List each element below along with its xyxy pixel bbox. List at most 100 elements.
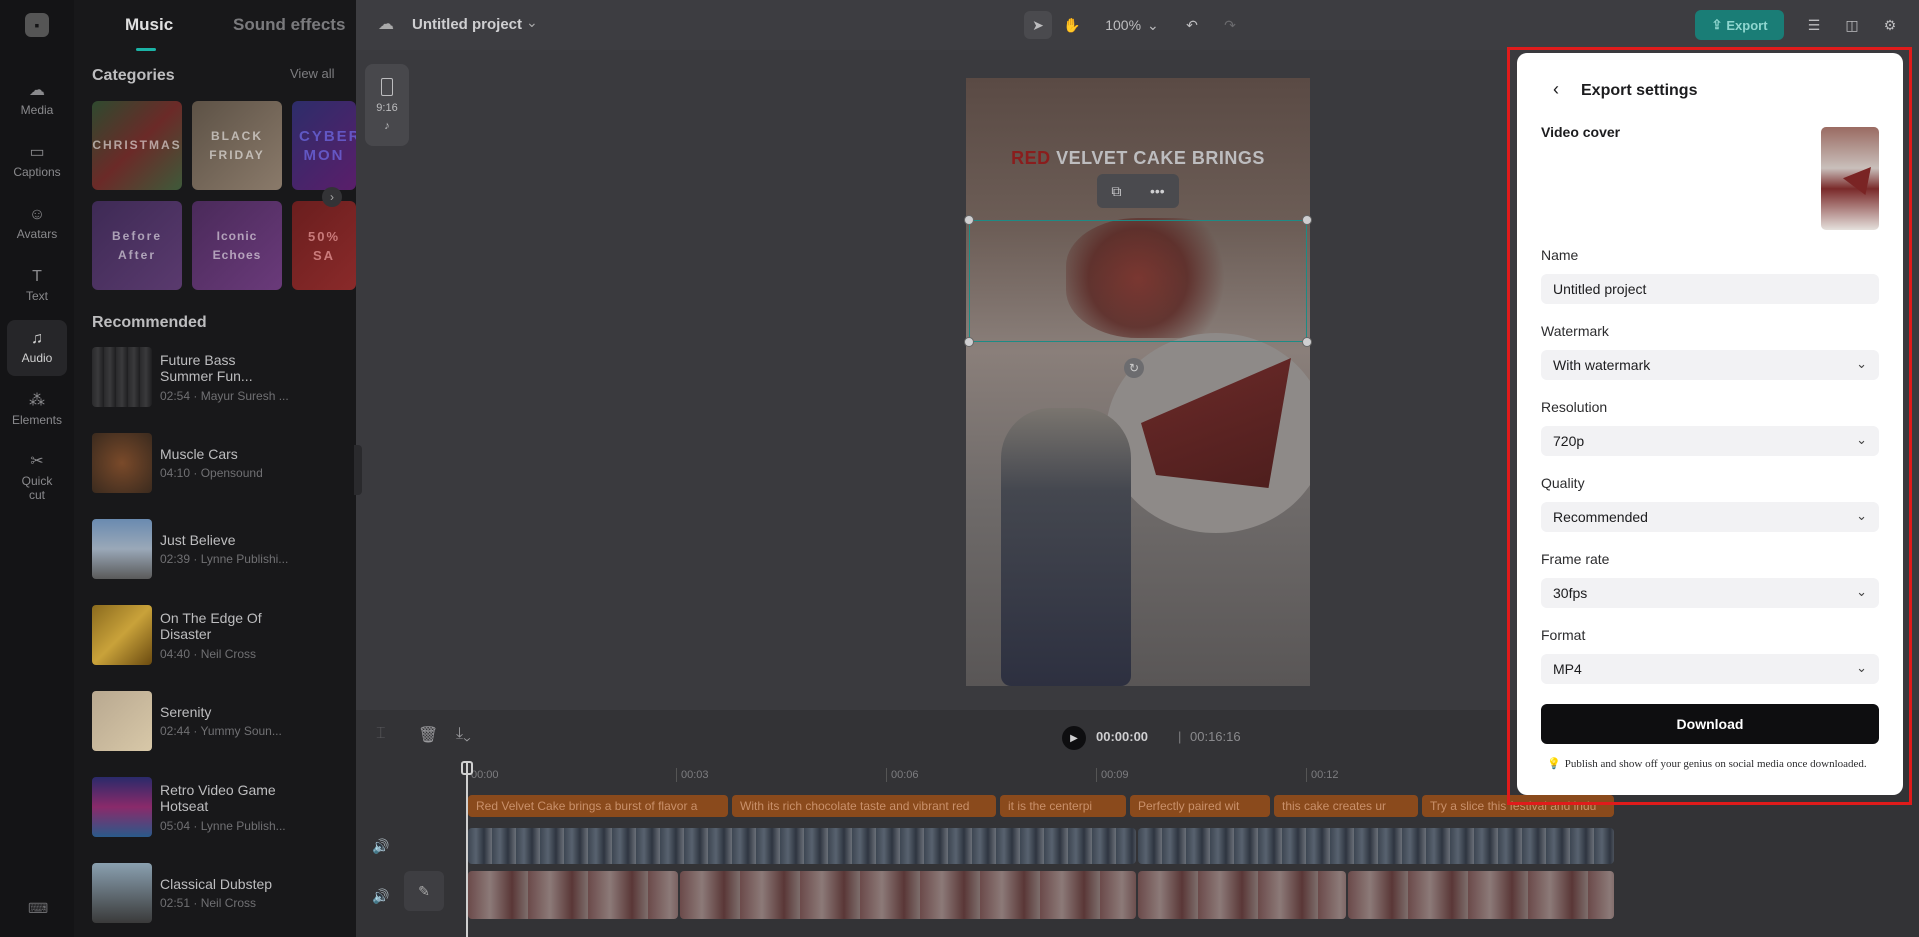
caption-clip[interactable]: With its rich chocolate taste and vibran… — [732, 795, 996, 817]
name-input[interactable]: Untitled project — [1541, 274, 1879, 304]
more-options-icon[interactable]: ••• — [1150, 183, 1165, 199]
track-item[interactable]: On The Edge Of Disaster 04:40 · Neil Cro… — [92, 605, 354, 667]
video-canvas[interactable]: RED VELVET CAKE BRINGS — [966, 78, 1310, 686]
speaker-icon[interactable]: 🔊 — [372, 838, 389, 855]
panel-collapse-handle[interactable] — [354, 445, 362, 495]
tab-sound-effects[interactable]: Sound effects — [233, 15, 345, 35]
avatar-video-clip[interactable] — [1138, 828, 1614, 864]
track-item[interactable]: Just Believe 02:39 · Lynne Publishi... — [92, 519, 354, 581]
cloud-sync-icon[interactable]: ☁ — [378, 14, 394, 34]
watermark-select[interactable]: With watermark ⌄ — [1541, 350, 1879, 380]
download-dropdown-icon[interactable]: ⤓⌄ — [456, 725, 471, 743]
broll-video-clip[interactable] — [1138, 871, 1346, 919]
redo-icon[interactable]: ↷ — [1216, 11, 1244, 39]
category-christmas[interactable]: CHRISTMAS — [92, 101, 182, 190]
app-logo-icon[interactable]: ▪ — [25, 13, 49, 37]
ruler-tick: 00:09 — [1101, 769, 1129, 781]
keyboard-shortcuts-icon[interactable]: ⌨ — [28, 900, 48, 917]
category-black-friday[interactable]: BLACK FRIDAY — [192, 101, 282, 190]
presenter-image — [1001, 408, 1131, 686]
rail-item-audio[interactable]: ♫ Audio — [7, 320, 67, 376]
caption-clip[interactable]: Perfectly paired wit — [1130, 795, 1270, 817]
track-item[interactable]: Future Bass Summer Fun... 02:54 · Mayur … — [92, 347, 354, 409]
ruler-tick: 00:03 — [681, 769, 709, 781]
category-label: CYBER MON — [299, 127, 356, 164]
undo-icon[interactable]: ↶ — [1178, 11, 1206, 39]
caption-clip[interactable]: this cake creates ur — [1274, 795, 1418, 817]
track-thumbnail — [92, 777, 152, 837]
track-meta: 05:04 · Lynne Publish... — [160, 819, 286, 833]
project-title[interactable]: Untitled project — [412, 16, 522, 33]
split-icon[interactable]: ⌶ — [376, 725, 386, 743]
resolution-select[interactable]: 720p ⌄ — [1541, 426, 1879, 456]
delete-icon[interactable]: 🗑 — [418, 725, 438, 745]
hand-tool-icon[interactable]: ✋ — [1058, 11, 1086, 39]
category-sale[interactable]: 50% SA — [292, 201, 356, 290]
chevron-down-icon: ⌄ — [1856, 508, 1867, 523]
rotate-icon[interactable]: ↻ — [1124, 358, 1144, 378]
category-before-after[interactable]: Before After — [92, 201, 182, 290]
play-button[interactable]: ▶ — [1062, 726, 1086, 750]
avatar-icon: ☺ — [28, 206, 46, 223]
broll-video-clip[interactable] — [468, 871, 678, 919]
edit-pencil-icon[interactable]: ✎ — [404, 871, 444, 911]
format-select[interactable]: MP4 ⌄ — [1541, 654, 1879, 684]
rail-item-media[interactable]: ☁ Media — [7, 72, 67, 128]
export-button[interactable]: ⇪ Export — [1695, 10, 1784, 40]
cover-cake-image — [1843, 167, 1871, 195]
zoom-dropdown[interactable]: 100% ⌄ — [1102, 11, 1162, 39]
selection-box[interactable] — [969, 220, 1307, 342]
broll-video-clip[interactable] — [1348, 871, 1614, 919]
tab-music[interactable]: Music — [125, 15, 173, 35]
track-meta: 04:40 · Neil Cross — [160, 647, 257, 661]
resize-handle[interactable] — [964, 215, 974, 225]
quality-select[interactable]: Recommended ⌄ — [1541, 502, 1879, 532]
avatar-video-clip[interactable] — [468, 828, 1136, 864]
track-item[interactable]: Retro Video Game Hotseat 05:04 · Lynne P… — [92, 777, 354, 839]
track-item[interactable]: Serenity 02:44 · Yummy Soun... — [92, 691, 354, 753]
track-name: Serenity — [160, 704, 212, 720]
category-iconic-echoes[interactable]: Iconic Echoes — [192, 201, 282, 290]
resize-handle[interactable] — [1302, 337, 1312, 347]
rail-item-quick-cut[interactable]: ✂ Quick cut — [7, 446, 67, 510]
speaker-icon[interactable]: 🔊 — [372, 888, 389, 905]
track-thumbnail — [92, 347, 152, 407]
track-item[interactable]: Classical Dubstep 02:51 · Neil Cross — [92, 863, 354, 925]
rail-label-text: Text — [25, 289, 48, 303]
chevron-right-icon[interactable]: › — [322, 187, 342, 207]
track-item[interactable]: Muscle Cars 04:10 · Opensound — [92, 433, 354, 495]
duplicate-icon[interactable]: ⧉ — [1111, 183, 1121, 200]
caption-clip[interactable]: Red Velvet Cake brings a burst of flavor… — [468, 795, 728, 817]
view-all-link[interactable]: View all — [290, 66, 335, 81]
resize-handle[interactable] — [1302, 215, 1312, 225]
rail-item-avatars[interactable]: ☺ Avatars — [7, 196, 67, 252]
back-arrow-icon[interactable]: ‹ — [1553, 79, 1559, 100]
rail-item-captions[interactable]: ▭ Captions — [7, 134, 67, 190]
layout-icon[interactable]: ☰ — [1800, 11, 1828, 39]
chevron-down-icon[interactable]: ⌄ — [526, 14, 538, 31]
app-root: ▪ ☁ Media ▭ Captions ☺ Avatars T Text ♫ … — [0, 0, 1919, 937]
split-view-icon[interactable]: ◫ — [1838, 11, 1866, 39]
track-name: Future Bass Summer Fun... — [160, 352, 253, 384]
download-button[interactable]: Download — [1541, 704, 1879, 744]
rail-item-text[interactable]: T Text — [7, 258, 67, 314]
track-meta: 02:39 · Lynne Publishi... — [160, 552, 289, 566]
audio-panel: Music Sound effects Categories View all … — [74, 0, 356, 937]
aspect-ratio-card[interactable]: 9:16 ♪ — [365, 64, 409, 146]
rail-item-elements[interactable]: ⁂ Elements — [7, 382, 67, 438]
category-cyber-monday[interactable]: CYBER MON — [292, 101, 356, 190]
settings-gear-icon[interactable]: ⚙ — [1876, 11, 1904, 39]
resize-handle[interactable] — [964, 337, 974, 347]
broll-video-clip[interactable] — [680, 871, 1136, 919]
canvas-caption-text[interactable]: RED VELVET CAKE BRINGS — [966, 148, 1310, 169]
frame-rate-select[interactable]: 30fps ⌄ — [1541, 578, 1879, 608]
audio-tabs: Music Sound effects — [74, 0, 356, 52]
playhead-line[interactable] — [466, 762, 468, 937]
rail-label-media: Media — [20, 103, 54, 117]
watermark-value: With watermark — [1553, 357, 1651, 373]
music-note-icon: ♫ — [31, 330, 43, 347]
select-tool-icon[interactable]: ➤ — [1024, 11, 1052, 39]
caption-clip[interactable]: it is the centerpi — [1000, 795, 1126, 817]
frame-rate-label: Frame rate — [1541, 551, 1610, 567]
video-cover-thumbnail[interactable] — [1821, 127, 1879, 230]
